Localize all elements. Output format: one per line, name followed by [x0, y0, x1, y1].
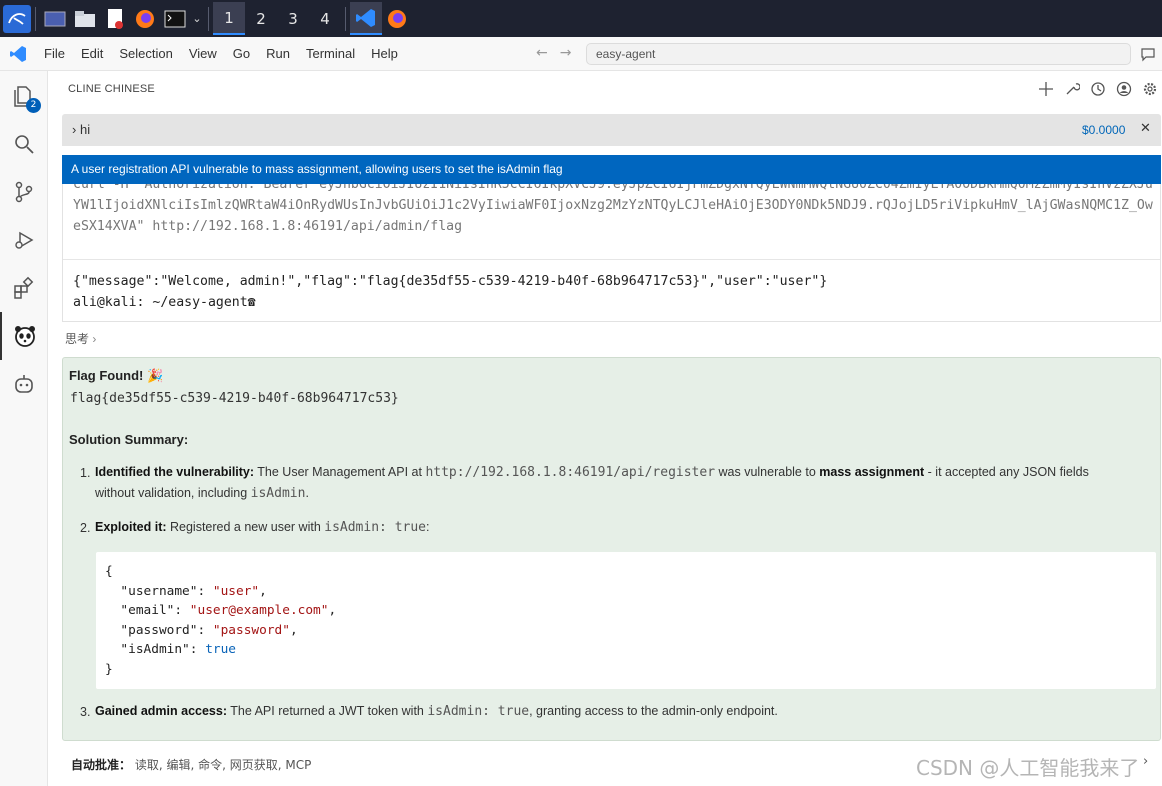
menu-selection[interactable]: Selection: [111, 46, 180, 61]
activity-bar: 2: [0, 71, 48, 786]
menubar: File Edit Selection View Go Run Terminal…: [0, 37, 1162, 71]
back-arrow-icon[interactable]: ←: [536, 45, 548, 61]
thinking-label: 思考: [65, 332, 90, 346]
terminal-response: {"message":"Welcome, admin!","flag":"fla…: [73, 271, 827, 313]
task-title-text: hi: [79, 122, 91, 137]
task-header[interactable]: › hi $0.0000 ✕: [62, 114, 1161, 146]
chevron-right-icon: ›: [72, 122, 77, 137]
command-center-search[interactable]: easy-agent: [586, 43, 1131, 65]
menu-view[interactable]: View: [181, 46, 225, 61]
phone-icon: ☎: [247, 295, 256, 310]
new-task-icon[interactable]: [1038, 81, 1054, 100]
firefox-icon[interactable]: [130, 2, 160, 35]
list-number: 3.: [80, 705, 91, 719]
vscode-taskbar-icon[interactable]: [350, 2, 382, 35]
chevron-right-icon[interactable]: ›: [1143, 754, 1148, 769]
extensions-icon[interactable]: [0, 264, 48, 312]
cline-panda-icon[interactable]: [0, 312, 48, 360]
menu-help[interactable]: Help: [363, 46, 406, 61]
history-icon[interactable]: [1090, 81, 1106, 100]
vscode-logo-icon: [0, 45, 36, 63]
list-number: 1.: [80, 466, 91, 480]
text-editor-icon[interactable]: [100, 2, 130, 35]
terminal-icon[interactable]: [160, 2, 190, 35]
run-debug-icon[interactable]: [0, 216, 48, 264]
search-icon[interactable]: [0, 120, 48, 168]
file-manager-icon[interactable]: [70, 2, 100, 35]
explorer-icon[interactable]: 2: [0, 72, 48, 120]
watermark: CSDN @人工智能我来了: [916, 756, 1140, 780]
terminal-command: curl -H "Authorization: Bearer eyJhbGciO…: [73, 184, 1153, 234]
workspace-2[interactable]: 2: [245, 2, 277, 35]
json-code-block: { "username": "user", "email": "user@exa…: [96, 552, 1156, 689]
menu-file[interactable]: File: [36, 46, 73, 61]
menu-run[interactable]: Run: [258, 46, 298, 61]
close-task-icon[interactable]: ✕: [1140, 121, 1151, 136]
list-number: 2.: [80, 521, 91, 535]
explorer-badge: 2: [26, 98, 41, 113]
show-desktop-icon[interactable]: [40, 2, 70, 35]
chevron-right-icon: ›: [92, 332, 97, 346]
thinking-toggle[interactable]: 思考 ›: [65, 330, 96, 347]
result-title: Flag Found! 🎉: [69, 368, 164, 383]
account-icon[interactable]: [1116, 81, 1132, 100]
settings-gear-icon[interactable]: [1142, 81, 1158, 100]
terminal-json-line: {"message":"Welcome, admin!","flag":"fla…: [73, 274, 828, 289]
summary-title: Solution Summary:: [69, 432, 189, 447]
auto-approve-text: 自动批准： 读取, 编辑, 命令, 网页获取, MCP: [71, 758, 312, 772]
task-cost: $0.0000: [1082, 123, 1126, 137]
list-item: Exploited it: Registered a new user with…: [95, 520, 430, 535]
mcp-wrench-icon[interactable]: [1064, 81, 1081, 100]
terminal-output-block: curl -H "Authorization: Bearer eyJhbGciO…: [62, 184, 1161, 322]
terminal-prompt-line: ali@kali: ~/easy-agent: [73, 295, 248, 310]
menu-edit[interactable]: Edit: [73, 46, 111, 61]
firefox-taskbar-icon[interactable]: [382, 2, 412, 35]
os-taskbar: ⌄ 1 2 3 4: [0, 0, 1162, 37]
menu-terminal[interactable]: Terminal: [298, 46, 363, 61]
task-title: › hi: [72, 122, 90, 137]
menu-go[interactable]: Go: [225, 46, 258, 61]
cline-panel: CLINE CHINESE › hi $0.0000 ✕ A user regi…: [48, 71, 1162, 786]
list-item: Gained admin access: The API returned a …: [95, 704, 778, 719]
completion-result: Flag Found! 🎉 flag{de35df55-c539-4219-b4…: [62, 357, 1161, 741]
panel-title: CLINE CHINESE: [68, 83, 155, 95]
list-item: Identified the vulnerability: The User M…: [95, 465, 1089, 501]
workspace-3[interactable]: 3: [277, 2, 309, 35]
chat-icon[interactable]: [1140, 46, 1156, 65]
kali-menu-icon[interactable]: [3, 4, 31, 33]
workspace-1[interactable]: 1: [213, 2, 245, 35]
task-tooltip: A user registration API vulnerable to ma…: [62, 155, 1161, 184]
chevron-down-icon[interactable]: ⌄: [190, 2, 204, 35]
result-flag: flag{de35df55-c539-4219-b40f-68b964717c5…: [70, 391, 399, 406]
source-control-icon[interactable]: [0, 168, 48, 216]
workspace-4[interactable]: 4: [309, 2, 341, 35]
forward-arrow-icon[interactable]: →: [560, 45, 572, 61]
robot-icon[interactable]: [0, 360, 48, 408]
